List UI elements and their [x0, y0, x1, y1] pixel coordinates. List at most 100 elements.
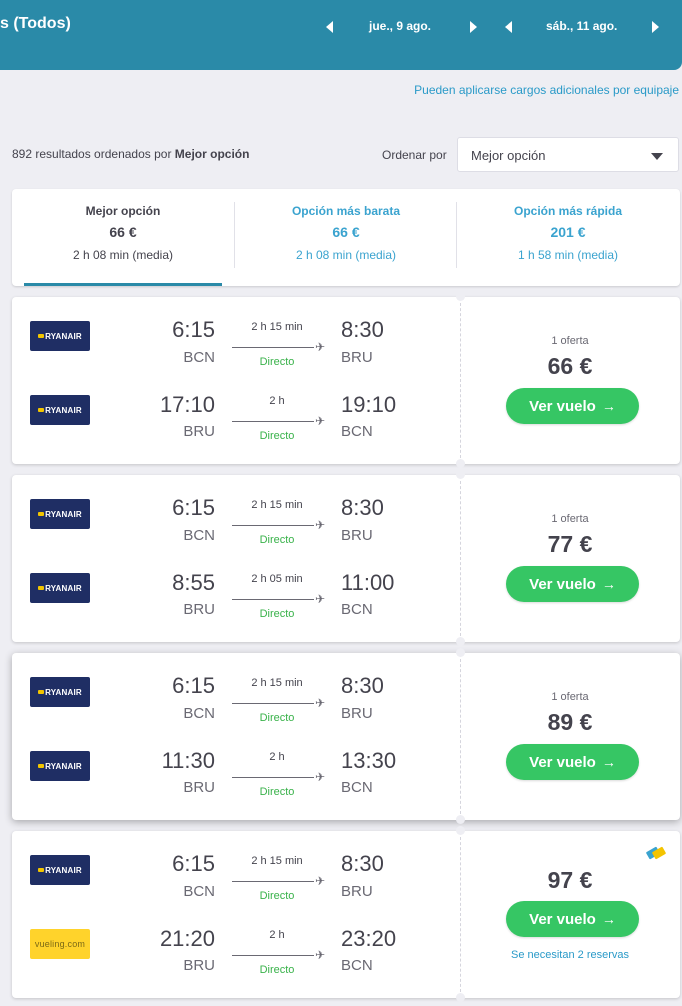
- sort-select[interactable]: Mejor opción: [457, 137, 679, 172]
- depart-date[interactable]: jue., 9 ago.: [369, 19, 431, 33]
- tab-fastest[interactable]: Opción más rápida 201 € 1 h 58 min (medi…: [457, 189, 679, 286]
- view-flight-button[interactable]: Ver vuelo →: [506, 388, 639, 424]
- sort-label: Ordenar por: [382, 148, 447, 162]
- departure-time: 21:20: [159, 926, 215, 951]
- departure-airport: BRU: [183, 779, 215, 796]
- tab-price: 66 €: [109, 224, 137, 240]
- return-date[interactable]: sáb., 11 ago.: [546, 19, 617, 33]
- stops-label: Directo: [259, 534, 295, 546]
- flight-duration: 2 h 05 min: [251, 573, 303, 585]
- card-notch: [456, 993, 465, 1002]
- stops-label: Directo: [259, 964, 295, 976]
- card-divider: [460, 481, 461, 636]
- arrival-airport: BCN: [341, 601, 373, 618]
- price: 77 €: [547, 531, 593, 557]
- passengers-summary[interactable]: s (Todos): [0, 15, 71, 33]
- airline-logo-ryanair: RYANAIR: [30, 395, 90, 425]
- chevron-down-icon: [651, 153, 663, 160]
- departure-airport: BRU: [183, 957, 215, 974]
- tab-duration: 2 h 08 min (media): [72, 248, 174, 262]
- search-header: s (Todos) jue., 9 ago. sáb., 11 ago.: [0, 0, 682, 70]
- plane-icon: ✈: [315, 340, 326, 354]
- departure-time: 6:15: [172, 317, 215, 342]
- multiple-bookings-link[interactable]: Se necesitan 2 reservas: [460, 949, 680, 961]
- card-notch: [456, 637, 465, 646]
- departure-airport: BCN: [183, 883, 215, 900]
- price: 89 €: [547, 709, 593, 735]
- card-divider: [460, 837, 461, 992]
- departure-airport: BRU: [183, 601, 215, 618]
- arrival-airport: BRU: [341, 883, 373, 900]
- plane-icon: ✈: [315, 592, 326, 606]
- arrival-time: 8:30: [341, 673, 384, 698]
- plane-icon: ✈: [315, 948, 326, 962]
- departure-time: 8:55: [172, 570, 215, 595]
- arrival-airport: BCN: [341, 957, 373, 974]
- departure-time: 6:15: [172, 673, 215, 698]
- stops-label: Directo: [259, 608, 295, 620]
- sort-select-value: Mejor opción: [471, 148, 546, 163]
- stops-label: Directo: [259, 430, 295, 442]
- card-notch: [456, 815, 465, 824]
- departure-time: 6:15: [172, 851, 215, 876]
- plane-icon: ✈: [315, 518, 326, 532]
- arrow-right-icon: →: [601, 576, 616, 592]
- departure-time: 6:15: [172, 495, 215, 520]
- arrival-airport: BCN: [341, 779, 373, 796]
- next-return-date-icon[interactable]: [652, 21, 659, 33]
- view-flight-label: Ver vuelo: [529, 910, 596, 928]
- view-flight-label: Ver vuelo: [529, 397, 596, 415]
- arrival-airport: BCN: [341, 423, 373, 440]
- prev-return-date-icon[interactable]: [505, 21, 512, 33]
- flight-result-card[interactable]: RYANAIR 6:15 BCN 2 h 15 min ✈ Directo 8:…: [12, 292, 680, 468]
- card-notch: [456, 470, 465, 479]
- plane-icon: ✈: [315, 696, 326, 710]
- airline-logo-vueling: vueling.com: [30, 929, 90, 959]
- route-line: [232, 525, 314, 526]
- flight-duration: 2 h: [269, 751, 285, 763]
- results-sort-bold: Mejor opción: [174, 147, 250, 161]
- route-line: [232, 881, 314, 882]
- tab-price: 66 €: [332, 224, 360, 240]
- view-flight-button[interactable]: Ver vuelo →: [506, 901, 639, 937]
- baggage-fees-link[interactable]: Pueden aplicarse cargos adicionales por …: [414, 83, 679, 97]
- prev-depart-date-icon[interactable]: [326, 21, 333, 33]
- arrow-right-icon: →: [601, 911, 616, 927]
- results-count-text: 892 resultados ordenados por: [12, 147, 175, 161]
- price: 97 €: [547, 867, 593, 893]
- arrival-time: 23:20: [341, 926, 397, 951]
- view-flight-button[interactable]: Ver vuelo →: [506, 744, 639, 780]
- route-line: [232, 777, 314, 778]
- tab-cheapest[interactable]: Opción más barata 66 € 2 h 08 min (media…: [235, 189, 457, 286]
- departure-airport: BCN: [183, 527, 215, 544]
- tab-best[interactable]: Mejor opción 66 € 2 h 08 min (media): [12, 189, 234, 286]
- tab-title: Opción más rápida: [513, 204, 623, 218]
- airline-logo-ryanair: RYANAIR: [30, 573, 90, 603]
- flight-result-card[interactable]: RYANAIR 6:15 BCN 2 h 15 min ✈ Directo 8:…: [12, 648, 680, 824]
- arrow-right-icon: →: [601, 398, 616, 414]
- flight-duration: 2 h: [269, 395, 285, 407]
- offers-count: 1 oferta: [551, 691, 589, 703]
- sort-tabs: Mejor opción 66 € 2 h 08 min (media) Opc…: [12, 189, 680, 286]
- stops-label: Directo: [259, 712, 295, 724]
- offers-count: 1 oferta: [551, 335, 589, 347]
- flight-result-card[interactable]: RYANAIR 6:15 BCN 2 h 15 min ✈ Directo 8:…: [12, 470, 680, 646]
- card-notch: [456, 648, 465, 657]
- stops-label: Directo: [259, 890, 295, 902]
- view-flight-label: Ver vuelo: [529, 753, 596, 771]
- airline-logo-ryanair: RYANAIR: [30, 321, 90, 351]
- route-line: [232, 347, 314, 348]
- flight-duration: 2 h 15 min: [251, 677, 303, 689]
- route-line: [232, 703, 314, 704]
- tab-duration: 2 h 08 min (media): [295, 248, 397, 262]
- view-flight-label: Ver vuelo: [529, 575, 596, 593]
- plane-icon: ✈: [315, 874, 326, 888]
- airline-logo-ryanair: RYANAIR: [30, 751, 90, 781]
- card-notch: [456, 292, 465, 301]
- next-depart-date-icon[interactable]: [470, 21, 477, 33]
- flight-result-card[interactable]: RYANAIR 6:15 BCN 2 h 15 min ✈ Directo 8:…: [12, 826, 680, 1002]
- arrival-time: 13:30: [341, 748, 397, 773]
- flight-duration: 2 h: [269, 929, 285, 941]
- price: 66 €: [547, 353, 593, 379]
- view-flight-button[interactable]: Ver vuelo →: [506, 566, 639, 602]
